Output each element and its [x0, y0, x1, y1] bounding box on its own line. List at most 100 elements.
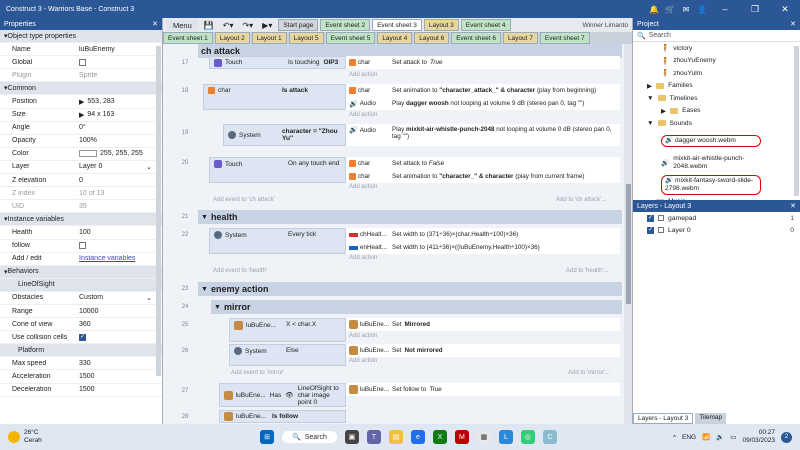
lang[interactable]: ENG [682, 434, 696, 441]
property-row[interactable]: Plugin Sprite [0, 69, 162, 83]
document-tab[interactable]: Event sheet 7 [539, 32, 590, 44]
property-row[interactable]: Max speed 330 [0, 357, 162, 371]
construct-icon[interactable]: C [542, 430, 557, 444]
project-item[interactable]: 🔊 mixkit-air-whistle-punch-2048.webm [633, 152, 800, 174]
property-row[interactable]: Color 255, 255, 255 [0, 148, 162, 161]
close-icon[interactable]: ✕ [790, 20, 796, 28]
close-icon[interactable]: ✕ [790, 202, 796, 210]
property-row[interactable]: Cone of view 360 [0, 318, 162, 332]
expand-arrow-icon[interactable]: ▶ [79, 111, 84, 119]
action-20b[interactable]: char Set animation to "character_" & cha… [346, 170, 620, 183]
property-value[interactable] [79, 333, 162, 341]
wifi-icon[interactable]: 📶 [702, 433, 710, 441]
property-value[interactable] [79, 58, 162, 66]
property-row[interactable]: Position ▶ 553, 283 [0, 95, 162, 109]
weather-widget[interactable]: 26°C Cerah [0, 429, 200, 445]
add-action-link[interactable]: Add action [349, 333, 429, 343]
bottom-tab[interactable]: Tilemap [695, 413, 727, 424]
edge-icon[interactable]: e [410, 430, 425, 444]
action-18a[interactable]: char Set animation to "character_attack_… [346, 84, 620, 97]
color-swatch[interactable] [79, 150, 97, 158]
volume-icon[interactable]: 🔈 [716, 433, 724, 441]
property-row[interactable]: Range 10000 [0, 305, 162, 319]
chevron-down-icon[interactable]: ▼ [647, 95, 654, 102]
property-row[interactable]: Acceleration 1500 [0, 370, 162, 384]
add-event-health[interactable]: Add event to 'health' [213, 268, 267, 278]
document-tab[interactable]: Event sheet 3 [372, 19, 422, 31]
add-action-link[interactable]: Add action [349, 184, 429, 194]
chevron-right-icon[interactable]: ▶ [647, 82, 652, 90]
minimize-button[interactable]: – [710, 4, 740, 14]
event-sheet-scroll-thumb[interactable] [626, 184, 631, 304]
lock-icon[interactable] [658, 215, 664, 221]
mcafee-icon[interactable]: M [454, 430, 469, 444]
document-tab[interactable]: Event sheet 4 [460, 19, 511, 31]
property-value[interactable]: Instance variables [79, 255, 162, 262]
layer-row[interactable]: gamepad 1 [633, 212, 800, 224]
property-section[interactable]: ▾ Object type properties [0, 30, 162, 44]
collapse-icon[interactable]: ▼ [201, 286, 208, 293]
condition-20[interactable]: Touch On any touch end [209, 157, 346, 183]
windows-start-icon[interactable]: ⊞ [260, 430, 274, 444]
add-action-link[interactable]: Add action [349, 255, 429, 265]
property-value[interactable]: 360 [79, 321, 162, 328]
property-row[interactable]: Z elevation 0 [0, 174, 162, 188]
property-section[interactable]: ▾ Behaviors [0, 265, 162, 279]
action-26[interactable]: luBuEne... Set Not mirrored [346, 344, 620, 357]
property-row[interactable]: Name luBuEnemy [0, 43, 162, 57]
add-action-link[interactable]: Add action [349, 358, 429, 368]
project-item[interactable]: 🧍 zhouYuEnemy [633, 55, 800, 68]
property-row[interactable]: follow [0, 240, 162, 253]
project-scrollbar[interactable] [794, 46, 799, 196]
property-row[interactable]: Global [0, 56, 162, 70]
property-section[interactable]: ▾ Instance variables [0, 213, 162, 227]
property-value[interactable]: 330 [79, 360, 162, 367]
group-health[interactable]: ▼ health [198, 210, 622, 224]
condition-18[interactable]: char Is attack [203, 84, 346, 110]
teams-icon[interactable]: T [366, 430, 381, 444]
property-value[interactable]: Sprite [79, 72, 162, 79]
add-action-link[interactable]: Add action [349, 112, 429, 122]
property-value[interactable]: 255, 255, 255 [79, 150, 162, 158]
condition-25[interactable]: luBuEne... X < char.X [229, 318, 346, 342]
chat-icon[interactable]: ✉ [678, 5, 694, 14]
close-icon[interactable]: ✕ [152, 20, 158, 28]
play-icon[interactable]: ▶▾ [259, 21, 275, 30]
bell-icon[interactable]: 🔔 [646, 5, 662, 14]
property-value[interactable] [79, 242, 162, 250]
account-icon[interactable]: 👤 [694, 5, 710, 14]
file-explorer-icon[interactable]: ▤ [388, 430, 403, 444]
property-value[interactable]: 100 [79, 229, 162, 236]
close-button[interactable]: ✕ [770, 4, 800, 15]
action-27[interactable]: luBuEne... Set follow to True [346, 383, 620, 396]
action-18b[interactable]: 🔊 Audio Play dagger woosh not looping at … [346, 97, 620, 110]
document-tab[interactable]: Layout 6 [414, 32, 450, 44]
group-mirror[interactable]: ▼ mirror [211, 300, 622, 314]
notification-badge[interactable]: 2 [781, 431, 792, 443]
property-value[interactable]: 0 [79, 177, 162, 184]
project-search[interactable]: 🔍 Search [633, 30, 800, 42]
project-item[interactable]: ▶ Families [633, 80, 800, 93]
xbox-icon[interactable]: X [432, 430, 447, 444]
behavior-section[interactable]: LineOfSight [0, 278, 162, 292]
cart-icon[interactable]: 🛒 [662, 5, 678, 14]
property-value[interactable]: 10000 [79, 308, 162, 315]
condition-27[interactable]: luBuEne... Has 👁 LineOfSight to char ima… [219, 383, 346, 407]
add-to-mirror[interactable]: Add to 'mirror'... [568, 370, 610, 380]
property-row[interactable]: Z index 10 of 13 [0, 187, 162, 201]
redo-icon[interactable]: ↷▾ [239, 21, 256, 30]
save-icon[interactable]: 💾 [201, 21, 217, 30]
property-row[interactable]: Add / edit Instance variables [0, 253, 162, 266]
property-section[interactable]: ▾ Common [0, 82, 162, 96]
action-22a[interactable]: chHealt... Set width to (371÷36)×(char.H… [346, 228, 620, 241]
condition-26[interactable]: System Else [229, 344, 346, 366]
document-tab[interactable]: Layout 5 [288, 32, 324, 44]
project-item[interactable]: ▶ Eases [633, 105, 800, 118]
property-value[interactable]: Layer 0 ⌄ [79, 163, 162, 171]
project-item[interactable]: 🧍 victory [633, 42, 800, 55]
project-item[interactable]: ▼ Timelines [633, 92, 800, 105]
collapse-icon[interactable]: ▼ [201, 214, 208, 221]
add-to-ch-attack[interactable]: Add to 'ch attack'... [556, 197, 606, 207]
group-enemy-action[interactable]: ▼ enemy action [198, 282, 622, 296]
document-tab[interactable]: Layout 2 [214, 32, 250, 44]
